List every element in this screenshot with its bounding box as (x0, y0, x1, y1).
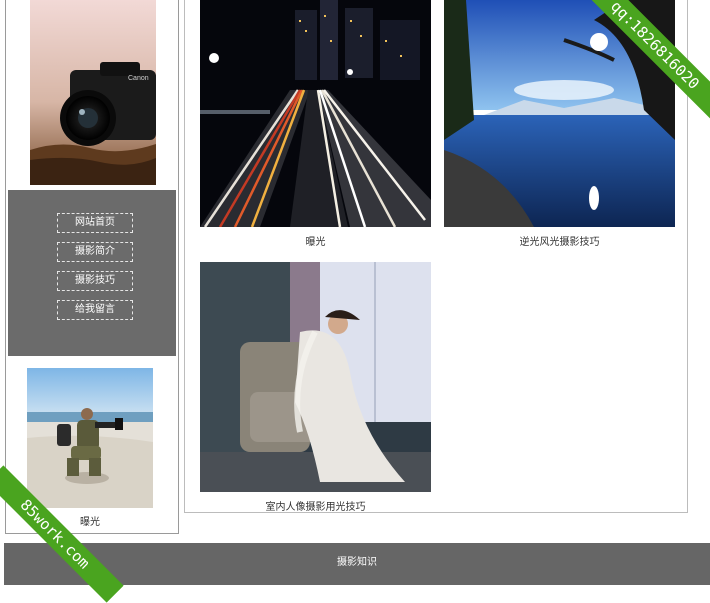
gallery-caption-exposure: 曝光 (305, 237, 326, 248)
nav-intro-button[interactable]: 摄影简介 (57, 242, 133, 262)
svg-text:Canon: Canon (128, 75, 149, 82)
gallery-photo-portrait[interactable] (200, 262, 431, 492)
gallery-photo-exposure[interactable] (200, 0, 431, 227)
camera-photo[interactable]: Canon (30, 0, 156, 185)
nav-tips-button[interactable]: 摄影技巧 (57, 271, 133, 291)
gallery-caption-backlight: 逆光风光摄影技巧 (519, 237, 600, 248)
nav-message-button[interactable]: 给我留言 (57, 300, 133, 320)
nav-home-button[interactable]: 网站首页 (57, 213, 133, 233)
nav-menu: 网站首页 摄影简介 摄影技巧 给我留言 (8, 190, 176, 356)
gallery-panel: 曝光 逆光风光摄影技巧 室内人像摄影用光技巧 (184, 0, 688, 513)
left-sidebar: Canon 网站首页 摄影简介 摄影技巧 给我留言 曝光 (5, 0, 179, 534)
photographer-photo[interactable] (27, 368, 153, 508)
gallery-caption-portrait: 室内人像摄影用光技巧 (265, 502, 366, 513)
footer-label[interactable]: 摄影知识 (337, 557, 377, 568)
